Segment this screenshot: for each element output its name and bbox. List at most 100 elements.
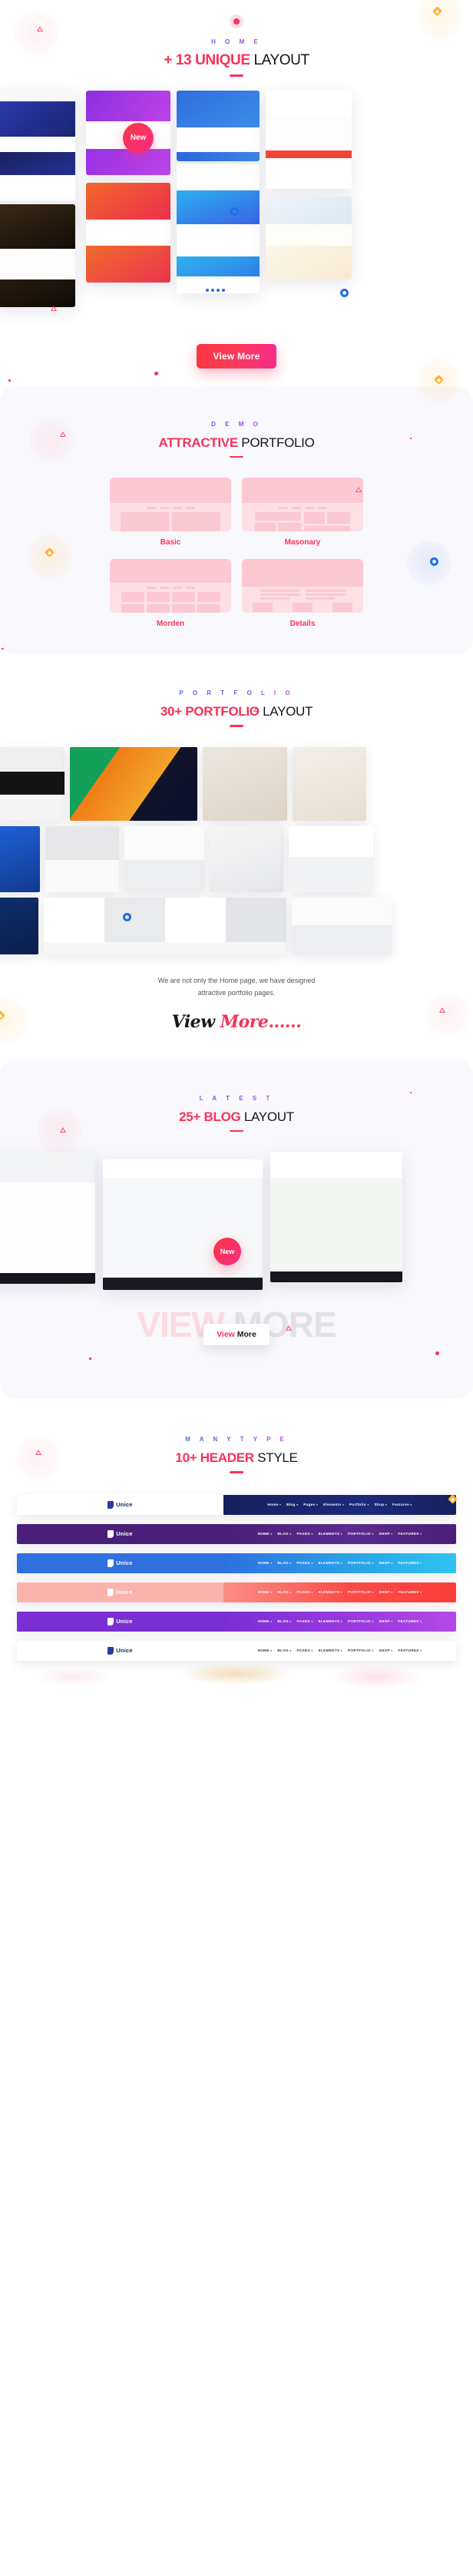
hero-dot-icon (233, 18, 240, 25)
nav-item-shop[interactable]: SHOP (379, 1561, 393, 1565)
portfolio-title-rest: LAYOUT (259, 704, 313, 719)
header-style-bar[interactable]: Unice HOME BLOG PAGES ELEMENTS PORTFOLIO SHOP F… (17, 1611, 456, 1632)
portfolio-thumb[interactable] (45, 825, 119, 892)
portfolio-style-label: Masonary (284, 538, 321, 547)
blog-thumb[interactable] (0, 1152, 95, 1285)
portfolio-thumb[interactable] (0, 825, 40, 892)
nav-item-pages[interactable]: PAGES (297, 1590, 313, 1594)
preview-hero (110, 559, 231, 583)
nav-item-portfolio[interactable]: PORTFOLIO (348, 1561, 374, 1565)
portfolio-style-card[interactable]: Basic (110, 478, 231, 547)
nav-item-pages[interactable]: PAGES (297, 1619, 313, 1623)
dot-icon[interactable] (211, 288, 214, 292)
nav-item-shop[interactable]: SHOP (379, 1590, 393, 1594)
header-style-bar[interactable]: Unice HOME BLOG PAGES ELEMENTS PORTFOLIO SHOP F… (17, 1582, 456, 1602)
nav-item-portfolio[interactable]: Portfolio (349, 1503, 369, 1506)
nav-item-portfolio[interactable]: PORTFOLIO (348, 1532, 374, 1536)
nav-item-features[interactable]: FEATURES (398, 1561, 422, 1565)
nav-item-features[interactable]: FEATURES (398, 1590, 422, 1594)
dot-icon[interactable] (217, 288, 220, 292)
demo-portfolio-section: D E M O ATTRACTIVE PORTFOLIO Basic Mason… (0, 386, 473, 712)
portfolio-style-card[interactable]: Details (242, 559, 363, 628)
dot-icon (154, 372, 158, 375)
brand-logo[interactable]: Unice (108, 1529, 132, 1538)
template-thumb[interactable] (177, 90, 260, 161)
portfolio-thumb[interactable] (289, 825, 373, 892)
nav-item-pages[interactable]: PAGES (297, 1648, 313, 1652)
portfolio-thumb[interactable] (203, 746, 287, 821)
nav-item-pages[interactable]: PAGES (297, 1532, 313, 1536)
nav-item-home[interactable]: HOME (258, 1561, 273, 1565)
nav-item-shop[interactable]: Shop (375, 1503, 387, 1506)
portfolio-style-card[interactable]: Morden (110, 559, 231, 628)
portfolio-thumb[interactable] (293, 746, 366, 821)
template-thumb[interactable] (266, 196, 352, 279)
brand-logo[interactable]: Unice (108, 1588, 132, 1596)
nav-item-blog[interactable]: Blog (286, 1503, 298, 1506)
nav-item-portfolio[interactable]: PORTFOLIO (348, 1590, 374, 1594)
nav-item-home[interactable]: HOME (258, 1648, 273, 1652)
nav-item-blog[interactable]: BLOG (277, 1561, 291, 1565)
mock-page (0, 90, 75, 221)
nav-item-features[interactable]: FEATURES (398, 1532, 422, 1536)
template-thumb[interactable] (0, 90, 75, 221)
nav-item-home[interactable]: HOME (258, 1590, 273, 1594)
header-style-bar[interactable]: Unice HOME BLOG PAGES ELEMENTS PORTFOLIO SHOP F… (17, 1640, 456, 1661)
header-brand-zone: Unice (17, 1553, 223, 1573)
nav-item-home[interactable]: HOME (258, 1532, 273, 1536)
header-style-bar[interactable]: Unice HOME BLOG PAGES ELEMENTS PORTFOLIO SHOP F… (17, 1553, 456, 1573)
dot-icon[interactable] (222, 288, 225, 292)
portfolio-thumb[interactable] (0, 897, 38, 954)
brand-logo[interactable]: Unice (108, 1559, 132, 1567)
nav-item-elements[interactable]: ELEMENTS (319, 1561, 342, 1565)
brand-logo[interactable]: Unice (108, 1500, 132, 1509)
nav-item-blog[interactable]: BLOG (277, 1590, 291, 1594)
brand-logo[interactable]: Unice (108, 1617, 132, 1625)
caption-line-1: We are not only the Home page, we have d… (157, 976, 316, 984)
template-thumb[interactable] (0, 203, 75, 307)
view-more-script-link[interactable]: View More...... (0, 1012, 473, 1032)
nav-item-elements[interactable]: ELEMENTS (319, 1648, 342, 1652)
portfolio-thumb[interactable] (292, 897, 392, 954)
nav-item-elements[interactable]: ELEMENTS (319, 1619, 342, 1623)
template-thumb[interactable] (266, 90, 352, 189)
nav-item-features[interactable]: FEATURES (398, 1648, 422, 1652)
view-more-button[interactable]: View More (196, 343, 277, 369)
portfolio-thumb[interactable] (44, 897, 286, 954)
dot-icon[interactable] (206, 288, 209, 292)
nav-item-pages[interactable]: PAGES (297, 1561, 313, 1565)
nav-item-elements[interactable]: ELEMENTS (319, 1590, 342, 1594)
blog-thumb[interactable] (103, 1159, 263, 1291)
nav-item-shop[interactable]: SHOP (379, 1648, 393, 1652)
portfolio-style-card[interactable]: Masonary (242, 478, 363, 547)
nav-item-pages[interactable]: Pages (303, 1503, 318, 1506)
portfolio-thumb[interactable] (70, 746, 197, 821)
portfolio-thumb[interactable] (124, 825, 204, 892)
portfolio-thumb[interactable] (210, 825, 283, 892)
portfolio-style-grid: Basic Masonary Morden Details (110, 478, 363, 628)
header-style-bar[interactable]: Unice HOME BLOG PAGES ELEMENTS PORTFOLIO SHOP F… (17, 1523, 456, 1544)
hero-eyebrow: H O M E (211, 38, 262, 45)
blog-thumb[interactable] (270, 1152, 402, 1283)
nav-item-portfolio[interactable]: PORTFOLIO (348, 1619, 374, 1623)
nav-item-elements[interactable]: Elements (323, 1503, 344, 1506)
nav-item-home[interactable]: Home (267, 1503, 281, 1506)
template-thumb[interactable] (86, 182, 170, 283)
portfolio-thumb[interactable] (0, 746, 64, 821)
nav-item-features[interactable]: Features (392, 1503, 412, 1506)
view-more-button[interactable]: View More (203, 1324, 270, 1346)
nav-item-shop[interactable]: SHOP (379, 1532, 393, 1536)
nav-item-features[interactable]: FEATURES (398, 1619, 422, 1623)
nav-item-portfolio[interactable]: PORTFOLIO (348, 1648, 374, 1652)
preview-menu (121, 507, 220, 509)
nav-item-shop[interactable]: SHOP (379, 1619, 393, 1623)
nav-item-blog[interactable]: BLOG (277, 1648, 291, 1652)
nav-item-home[interactable]: HOME (258, 1619, 273, 1623)
template-thumb[interactable] (177, 164, 260, 293)
nav-item-blog[interactable]: BLOG (277, 1532, 291, 1536)
brand-logo[interactable]: Unice (108, 1646, 132, 1655)
nav-item-blog[interactable]: BLOG (277, 1619, 291, 1623)
header-style-bar[interactable]: Unice Home Blog Pages Elements Portfolio Shop F… (17, 1494, 456, 1515)
nav-item-elements[interactable]: ELEMENTS (319, 1532, 342, 1536)
carousel-dots[interactable] (206, 288, 225, 292)
